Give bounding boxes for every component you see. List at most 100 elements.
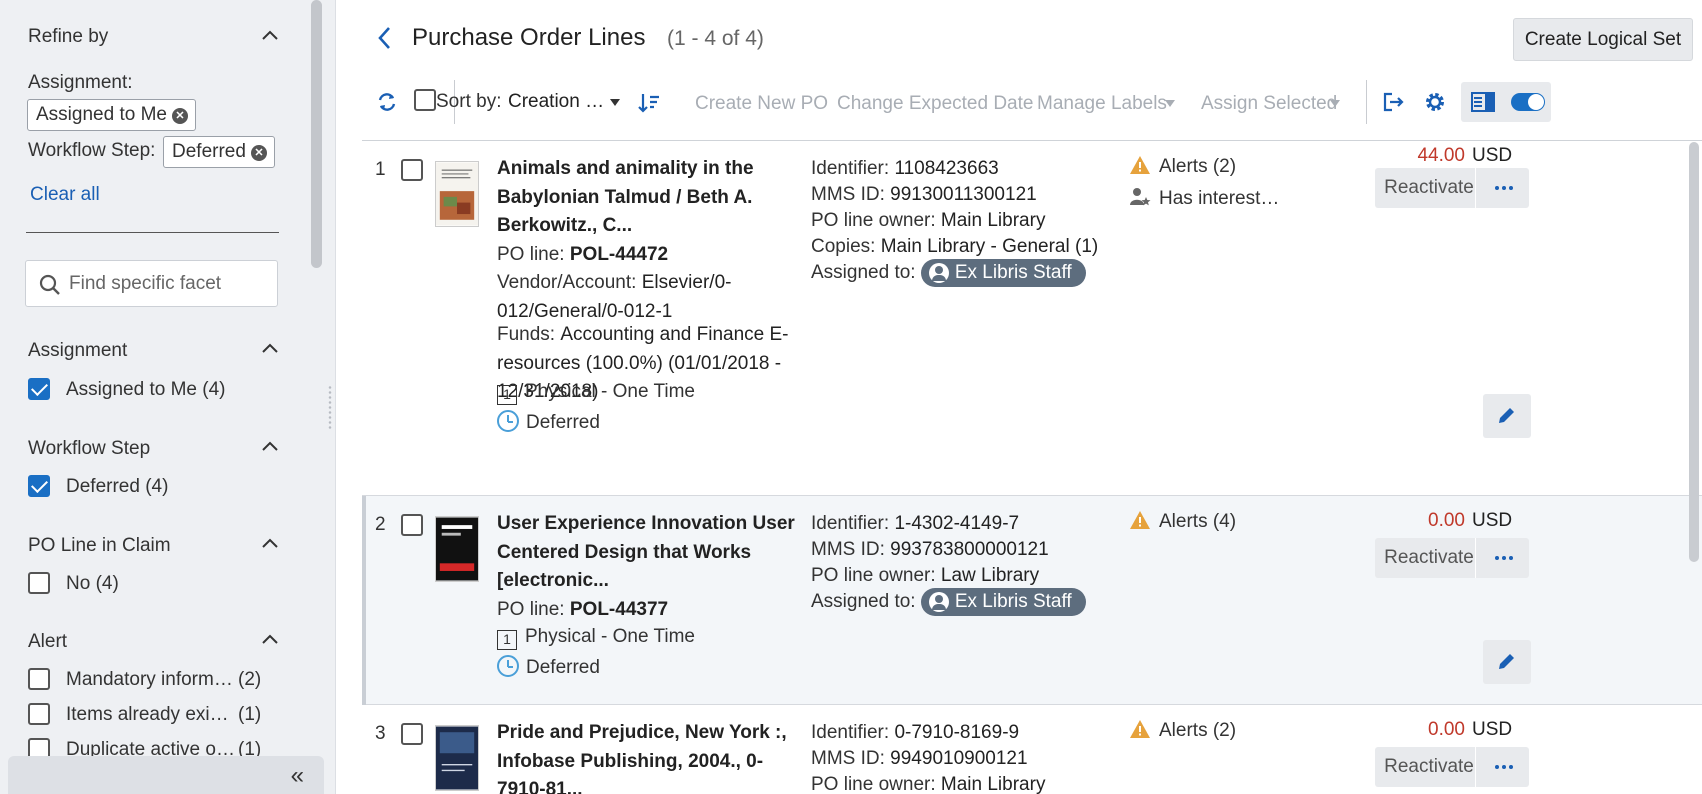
row-number: 3 bbox=[375, 723, 386, 744]
identifier-field: Identifier: 0-7910-8169-9 bbox=[811, 722, 1020, 743]
double-chevron-left-icon[interactable]: « bbox=[291, 762, 304, 790]
gear-icon[interactable] bbox=[1424, 91, 1446, 113]
app-root: Refine by Assignment: Assigned to Me ✕ Wo… bbox=[0, 0, 1702, 794]
table-row[interactable]: 3 Pride and Prejudice, New York :, Infob… bbox=[362, 705, 1702, 794]
row-title-link[interactable]: Animals and animality in the Babylonian … bbox=[497, 155, 807, 241]
sidebar-scrollbar[interactable] bbox=[311, 0, 322, 268]
split-view-icon bbox=[1471, 92, 1495, 112]
create-new-po-button[interactable]: Create New PO bbox=[695, 93, 828, 115]
warning-icon bbox=[1130, 511, 1150, 529]
assign-selected-button[interactable]: Assign Selected bbox=[1201, 93, 1337, 115]
warning-icon bbox=[1130, 720, 1150, 738]
sort-by-label: Sort by: bbox=[436, 91, 502, 112]
result-count: (1 - 4 of 4) bbox=[667, 27, 764, 50]
chevron-up-icon[interactable] bbox=[262, 634, 278, 648]
facet-checkbox-alert[interactable] bbox=[28, 738, 50, 756]
assignee-pill[interactable]: Ex Libris Staff bbox=[920, 259, 1086, 287]
sort-direction-icon[interactable] bbox=[638, 92, 660, 114]
row-title-link[interactable]: User Experience Innovation User Centered… bbox=[497, 510, 807, 596]
user-icon bbox=[928, 263, 949, 283]
edit-button[interactable] bbox=[1483, 640, 1531, 684]
more-actions-button[interactable] bbox=[1475, 168, 1529, 208]
po-line-owner-field: PO line owner: Main Library bbox=[811, 210, 1046, 231]
change-expected-date-button[interactable]: Change Expected Date bbox=[837, 93, 1033, 115]
chevron-down-icon bbox=[1330, 100, 1340, 107]
sort-select[interactable]: Creation … bbox=[508, 91, 604, 113]
remove-chip-icon[interactable]: ✕ bbox=[250, 145, 267, 161]
assignment-chip-label: Assigned to Me bbox=[36, 104, 167, 125]
view-toggle[interactable] bbox=[1461, 82, 1551, 122]
manage-labels-button[interactable]: Manage Labels bbox=[1037, 93, 1167, 115]
row-checkbox[interactable] bbox=[401, 159, 423, 181]
chevron-up-icon[interactable] bbox=[262, 441, 278, 455]
currency-label: USD bbox=[1472, 719, 1513, 740]
chevron-up-icon[interactable] bbox=[262, 343, 278, 357]
vendor-field: Vendor/Account: Elsevier/0-012/General/0… bbox=[497, 272, 732, 322]
list-scrollbar[interactable] bbox=[1689, 142, 1699, 562]
quantity-box-icon: 1 bbox=[497, 385, 517, 405]
interest-info: Has interest… bbox=[1129, 187, 1279, 210]
po-line-owner-field: PO line owner: Main Library bbox=[811, 774, 1046, 794]
chevron-down-icon[interactable] bbox=[610, 99, 620, 106]
remove-chip-icon[interactable]: ✕ bbox=[171, 108, 188, 124]
select-all-checkbox[interactable] bbox=[414, 89, 436, 111]
export-icon[interactable] bbox=[1382, 91, 1404, 113]
clock-icon bbox=[497, 655, 519, 677]
user-star-icon bbox=[1130, 188, 1151, 206]
chevron-up-icon[interactable] bbox=[262, 538, 278, 552]
refresh-icon[interactable] bbox=[377, 92, 397, 112]
assignment-filter-chip[interactable]: Assigned to Me ✕ bbox=[27, 99, 196, 131]
more-actions-button[interactable] bbox=[1475, 747, 1529, 787]
po-line-owner-field: PO line owner: Law Library bbox=[811, 565, 1040, 586]
back-arrow-icon[interactable] bbox=[377, 26, 391, 50]
reactivate-button[interactable]: Reactivate bbox=[1375, 538, 1483, 578]
facet-item-label: Duplicate active o… (1) bbox=[66, 739, 262, 756]
table-row[interactable]: 2 User Experience Innovation User Center… bbox=[362, 496, 1702, 705]
toggle-switch[interactable] bbox=[1511, 93, 1545, 111]
book-cover-thumbnail[interactable] bbox=[435, 516, 479, 582]
facet-checkbox-deferred[interactable] bbox=[28, 475, 50, 497]
po-line-field: PO line: POL-44377 bbox=[497, 599, 669, 620]
chevron-up-icon[interactable] bbox=[262, 30, 278, 44]
facet-checkbox-alert[interactable] bbox=[28, 703, 50, 725]
workflow-filter-chip[interactable]: Deferred ✕ bbox=[163, 136, 275, 168]
divider bbox=[26, 232, 279, 233]
row-checkbox[interactable] bbox=[401, 514, 423, 536]
alerts-link[interactable]: Alerts (4) bbox=[1129, 510, 1236, 533]
facet-checkbox-assigned-to-me[interactable] bbox=[28, 378, 50, 400]
resize-handle[interactable] bbox=[328, 385, 332, 429]
clock-icon bbox=[497, 410, 519, 432]
facet-checkbox-claim-no[interactable] bbox=[28, 572, 50, 594]
price-value: 0.00 bbox=[1428, 719, 1465, 740]
collapse-sidebar-bar[interactable]: « bbox=[8, 756, 324, 794]
table-row[interactable]: 1 Animals and animality in the Babylonia… bbox=[362, 141, 1702, 496]
currency-label: USD bbox=[1472, 145, 1513, 166]
mms-id-field: MMS ID: 993783800000121 bbox=[811, 539, 1049, 560]
reactivate-button[interactable]: Reactivate bbox=[1375, 168, 1483, 208]
create-logical-set-button[interactable]: Create Logical Set bbox=[1513, 18, 1693, 61]
assigned-to-field: Assigned to: Ex Libris Staff bbox=[811, 259, 1086, 288]
assignee-pill[interactable]: Ex Libris Staff bbox=[920, 588, 1086, 616]
row-number: 1 bbox=[375, 159, 386, 180]
assigned-to-field: Assigned to: Ex Libris Staff bbox=[811, 588, 1086, 617]
facet-item-label: Deferred (4) bbox=[66, 476, 169, 497]
row-checkbox[interactable] bbox=[401, 723, 423, 745]
pencil-icon bbox=[1499, 408, 1514, 423]
clear-all-link[interactable]: Clear all bbox=[30, 184, 100, 206]
assignment-filter-label: Assignment: bbox=[28, 72, 133, 93]
edit-button[interactable] bbox=[1483, 394, 1531, 438]
facet-search-input[interactable]: Find specific facet bbox=[25, 260, 278, 307]
alerts-link[interactable]: Alerts (2) bbox=[1129, 719, 1236, 742]
reactivate-button[interactable]: Reactivate bbox=[1375, 747, 1483, 787]
sidebar-scroll-area: Refine by Assignment: Assigned to Me ✕ Wo… bbox=[0, 0, 310, 756]
more-actions-button[interactable] bbox=[1475, 538, 1529, 578]
book-cover-thumbnail[interactable] bbox=[435, 725, 479, 791]
row-title-link[interactable]: Pride and Prejudice, New York :, Infobas… bbox=[497, 719, 807, 794]
book-cover-thumbnail[interactable] bbox=[435, 161, 479, 227]
identifier-field: Identifier: 1108423663 bbox=[811, 158, 999, 179]
alerts-link[interactable]: Alerts (2) bbox=[1129, 155, 1236, 178]
facet-alert-title: Alert bbox=[28, 631, 68, 652]
facet-checkbox-alert[interactable] bbox=[28, 668, 50, 690]
row-number: 2 bbox=[375, 514, 386, 535]
main-panel: Purchase Order Lines (1 - 4 of 4) Create… bbox=[337, 0, 1702, 794]
